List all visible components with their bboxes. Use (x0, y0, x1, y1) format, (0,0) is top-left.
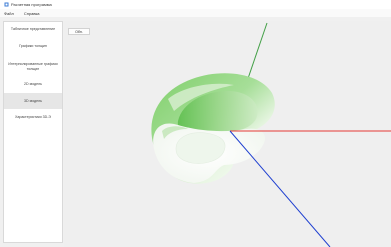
sidebar-item-table-view[interactable]: Табличное представление (4, 23, 62, 35)
sidebar: Табличное представление Графики толщин И… (3, 21, 63, 243)
menu-help[interactable]: Справка (24, 11, 40, 16)
menu-bar: Файл Справка (0, 9, 391, 17)
sidebar-item-3d-model[interactable]: 3D модель (4, 93, 62, 109)
3d-viewport[interactable]: Обн. (64, 21, 391, 247)
menu-file[interactable]: Файл (4, 11, 14, 16)
sidebar-item-2d-model[interactable]: 2D модель (4, 80, 62, 88)
app-icon (4, 2, 9, 7)
sidebar-item-3d-characteristics[interactable]: Характеристики 3D-Э (4, 113, 62, 121)
3d-model (151, 73, 275, 184)
z-axis-line (229, 130, 331, 247)
window-title: Расчетная программа (11, 2, 52, 7)
sidebar-item-interpolated-graphs[interactable]: Интерполированные графики толщин (4, 58, 62, 76)
sidebar-item-thickness-graphs[interactable]: Графики толщин (4, 42, 62, 50)
3d-scene (151, 22, 391, 247)
